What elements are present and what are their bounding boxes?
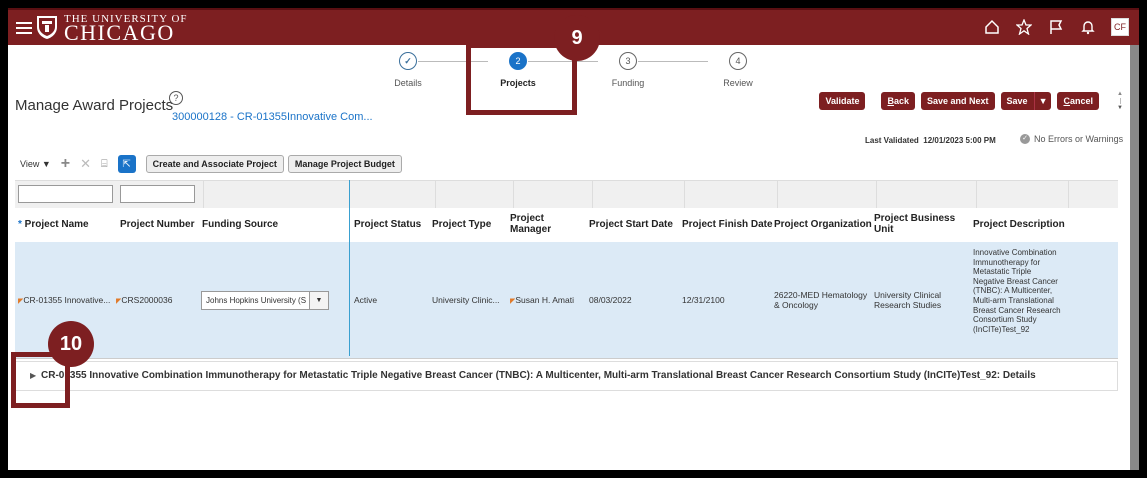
check-circle-icon: ✓ (1020, 134, 1030, 144)
back-button[interactable]: Back (881, 92, 915, 110)
start-date-cell: 08/03/2022 (589, 295, 632, 305)
table-row[interactable]: ◤CR-01355 Innovative... ◤CRS2000036 John… (15, 242, 1118, 359)
checkmark-icon: ✓ (399, 52, 417, 70)
column-header-project-name[interactable]: * Project Name (18, 219, 89, 230)
university-shield-logo (37, 16, 57, 39)
description-cell: Innovative Combination Immunotherapy for… (973, 248, 1061, 334)
filter-row (15, 180, 1118, 210)
action-buttons: Validate Back Save and Next Save ▼ Cance… (819, 92, 1099, 110)
page-title: Manage Award Projects (15, 97, 174, 114)
save-button[interactable]: Save (1000, 92, 1034, 110)
header-scroll-arrows[interactable]: ▲ ▼ (1117, 90, 1125, 120)
train-step-label: Details (394, 78, 422, 88)
column-header-organization[interactable]: Project Organization (774, 219, 872, 230)
project-number-cell[interactable]: ◤CRS2000036 (116, 295, 172, 305)
train-step-funding[interactable]: 3 Funding (588, 52, 668, 88)
funding-source-value: Johns Hopkins University (S (206, 296, 307, 305)
frozen-column-divider (349, 180, 350, 356)
last-validated-value: 12/01/2023 5:00 PM (923, 136, 996, 145)
column-divider (1068, 181, 1069, 209)
view-menu[interactable]: View ▼ (20, 159, 51, 169)
help-icon[interactable]: ? (169, 91, 183, 105)
project-name-filter-input[interactable] (18, 185, 113, 203)
table-toolbar: View ▼ + ✕ ⌸ ⇱ Create and Associate Proj… (20, 155, 402, 173)
details-header-text: CR-01355 Innovative Combination Immunoth… (41, 370, 1036, 381)
save-and-next-button[interactable]: Save and Next (921, 92, 995, 110)
column-divider (976, 181, 977, 209)
project-name-value: CR-01355 Innovative... (23, 295, 111, 305)
train-step-details[interactable]: ✓ Details (368, 52, 448, 88)
column-header-business-unit[interactable]: Project Business Unit (874, 213, 969, 235)
chevron-down-icon[interactable]: ▼ (309, 292, 328, 309)
last-validated: Last Validated 12/01/2023 5:00 PM (865, 136, 996, 145)
project-status-cell: Active (354, 295, 378, 305)
column-header-description[interactable]: Project Description (973, 219, 1065, 230)
flag-icon[interactable] (1047, 18, 1065, 36)
column-divider (513, 181, 514, 209)
table-header: * Project Name Project Number Funding So… (15, 208, 1118, 243)
column-header-project-number[interactable]: Project Number (120, 219, 194, 230)
detach-table-icon[interactable]: ⇱ (117, 155, 136, 173)
column-header-project-manager[interactable]: Project Manager (510, 213, 570, 235)
app-window: THE UNIVERSITY OF CHICAGO CF ✓ Details 2… (8, 8, 1139, 470)
column-header-project-status[interactable]: Project Status (354, 219, 421, 230)
validation-status-text: No Errors or Warnings (1034, 134, 1124, 144)
funding-source-select[interactable]: Johns Hopkins University (S ▼ (201, 291, 329, 310)
home-icon[interactable] (983, 18, 1001, 36)
create-and-associate-project-button[interactable]: Create and Associate Project (145, 155, 284, 173)
project-number-filter-input[interactable] (120, 185, 195, 203)
column-divider (592, 181, 593, 209)
train-step-label: Review (723, 78, 753, 88)
project-type-cell: University Clinic... (432, 295, 500, 305)
freeze-columns-icon[interactable]: ⌸ (101, 158, 108, 171)
organization-cell: 26220-MED Hematology & Oncology (774, 290, 868, 310)
project-manager-value: Susan H. Amati (515, 295, 574, 305)
business-unit-cell: University Clinical Research Studies (874, 290, 942, 310)
save-split-button: Save ▼ (1000, 92, 1052, 110)
train-step-number: 3 (619, 52, 637, 70)
callout-badge-10: 10 (48, 321, 94, 367)
callout-badge-9: 9 (554, 15, 600, 61)
train-step-number: 4 (729, 52, 747, 70)
save-menu-chevron-down-icon[interactable]: ▼ (1033, 92, 1052, 110)
project-details-disclosure[interactable]: ▶ CR-01355 Innovative Combination Immuno… (15, 361, 1118, 391)
finish-date-cell: 12/31/2100 (682, 295, 725, 305)
column-divider (203, 181, 204, 209)
validate-button[interactable]: Validate (819, 92, 866, 110)
last-validated-label: Last Validated (865, 136, 919, 145)
add-icon[interactable]: + (61, 155, 70, 173)
column-header-funding-source[interactable]: Funding Source (202, 219, 278, 230)
university-name-large: CHICAGO (64, 20, 175, 45)
train-step-label: Funding (611, 78, 645, 88)
column-header-project-type[interactable]: Project Type (432, 219, 491, 230)
train-step-review[interactable]: 4 Review (698, 52, 778, 88)
validation-status: ✓ No Errors or Warnings (1020, 134, 1123, 144)
star-icon[interactable] (1015, 18, 1033, 36)
column-header-finish-date[interactable]: Project Finish Date (682, 219, 773, 230)
project-number-value: CRS2000036 (121, 295, 173, 305)
manage-project-budget-button[interactable]: Manage Project Budget (287, 155, 402, 173)
bell-icon[interactable] (1079, 18, 1097, 36)
column-divider (777, 181, 778, 209)
column-divider (876, 181, 877, 209)
project-name-cell[interactable]: ◤CR-01355 Innovative... (18, 295, 110, 305)
vertical-scrollbar[interactable] (1130, 45, 1139, 470)
hamburger-menu-icon[interactable] (16, 19, 32, 35)
cancel-button[interactable]: Cancel (1057, 92, 1099, 110)
column-header-start-date[interactable]: Project Start Date (589, 219, 673, 230)
avatar[interactable]: CF (1111, 18, 1129, 36)
project-manager-cell[interactable]: ◤Susan H. Amati (510, 295, 574, 305)
column-divider (684, 181, 685, 209)
delete-icon[interactable]: ✕ (80, 156, 91, 172)
column-divider (435, 181, 436, 209)
award-link[interactable]: 300000128 - CR-01355Innovative Com... (172, 111, 373, 123)
